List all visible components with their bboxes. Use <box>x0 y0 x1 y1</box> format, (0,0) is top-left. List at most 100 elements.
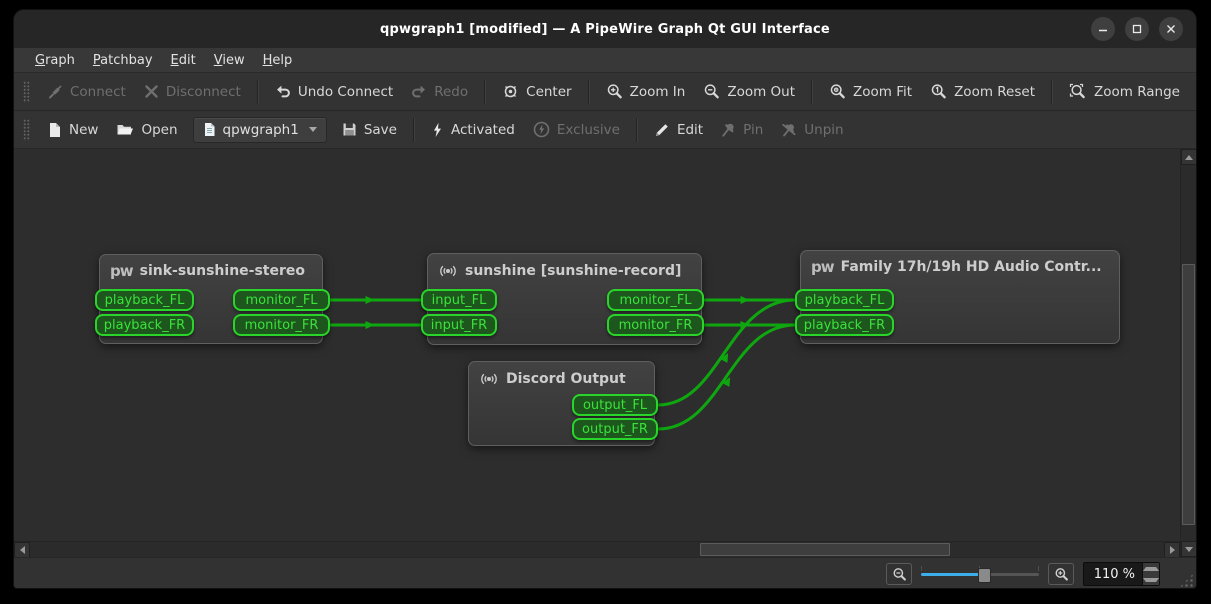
slider-tick <box>921 566 922 571</box>
toolbar-separator <box>257 80 259 104</box>
spin-up-button[interactable] <box>1143 563 1159 574</box>
pin-button[interactable]: Pin <box>712 117 772 143</box>
disconnect-button[interactable]: Disconnect <box>135 79 250 105</box>
port-sunshine-input_FL[interactable]: input_FL <box>421 289 497 311</box>
cable-arrow-icon <box>722 375 733 387</box>
activated-button[interactable]: Activated <box>422 117 524 143</box>
patchbay-file-icon <box>203 122 216 137</box>
close-button[interactable] <box>1159 17 1183 41</box>
toolbar-drag-handle[interactable] <box>23 119 30 141</box>
open-button[interactable]: Open <box>107 117 186 143</box>
toolbar-separator <box>484 80 486 104</box>
toolbar-separator <box>811 80 813 104</box>
port-sink-playback_FR[interactable]: playback_FR <box>95 314 194 336</box>
open-folder-icon <box>116 122 134 137</box>
port-sink-playback_FL[interactable]: playback_FL <box>95 289 194 311</box>
minimize-button[interactable] <box>1091 17 1115 41</box>
spin-down-button[interactable] <box>1143 574 1159 585</box>
save-button[interactable]: Save <box>333 117 406 143</box>
zoom-reset-button[interactable]: Zoom Reset <box>921 78 1044 105</box>
port-discord-output_FR[interactable]: output_FR <box>572 418 658 440</box>
port-family-playback_FL[interactable]: playback_FL <box>795 289 894 311</box>
horizontal-scrollbar[interactable] <box>14 541 1180 557</box>
exclusive-button[interactable]: Exclusive <box>524 116 629 143</box>
edit-button[interactable]: Edit <box>645 117 712 143</box>
scroll-down-button[interactable] <box>1181 541 1196 557</box>
center-button[interactable]: Center <box>493 78 580 105</box>
new-file-icon <box>47 122 62 138</box>
broadcast-icon <box>479 370 499 388</box>
scroll-up-button[interactable] <box>1181 149 1196 165</box>
maximize-button[interactable] <box>1125 17 1149 41</box>
vertical-scrollbar[interactable] <box>1180 149 1196 557</box>
node-title-bar: sunshine [sunshine-record] <box>428 254 701 286</box>
port-sunshine-input_FR[interactable]: input_FR <box>421 314 497 336</box>
connect-button[interactable]: Connect <box>38 79 135 105</box>
spinbox-arrows <box>1142 563 1159 585</box>
cable-layer <box>14 149 1180 541</box>
toolbar-separator <box>1051 80 1053 104</box>
menu-graph[interactable]: Graph <box>26 51 84 70</box>
menu-view[interactable]: View <box>205 51 254 70</box>
node-title: sink-sunshine-stereo <box>140 263 305 279</box>
zoom-slider[interactable] <box>921 565 1039 583</box>
save-icon <box>342 122 357 137</box>
statusbar-zoom-out-button[interactable] <box>886 563 912 585</box>
minimize-icon <box>1098 24 1108 34</box>
zoom-out-icon <box>703 83 720 100</box>
vertical-scroll-track[interactable] <box>1181 165 1196 541</box>
zoom-slider-fill <box>921 573 983 576</box>
zoom-fit-icon <box>829 83 846 100</box>
node-title: sunshine [sunshine-record] <box>465 263 681 279</box>
menu-edit[interactable]: Edit <box>162 51 205 70</box>
zoom-slider-handle[interactable] <box>978 568 991 583</box>
undo-icon <box>275 84 291 99</box>
titlebar[interactable]: qpwgraph1 [modified] — A PipeWire Graph … <box>14 10 1196 48</box>
triangle-right-icon <box>1170 546 1175 554</box>
graph-canvas[interactable]: pw sink-sunshine-stereo playback_FL play… <box>14 149 1180 541</box>
node-title-bar: pw Family 17h/19h HD Audio Contr... <box>801 251 1119 281</box>
zoom-out-icon <box>892 567 907 582</box>
exclusive-bolt-icon <box>533 121 550 138</box>
window-resize-grip[interactable] <box>1179 573 1194 588</box>
zoom-range-button[interactable]: Zoom Range <box>1060 78 1189 105</box>
unpin-button[interactable]: Unpin <box>772 117 852 143</box>
toolbar-drag-handle[interactable] <box>23 81 30 103</box>
triangle-up-icon <box>1143 567 1159 571</box>
maximize-icon <box>1132 24 1142 34</box>
zoom-out-button[interactable]: Zoom Out <box>694 78 804 105</box>
toolbar-separator <box>413 118 415 142</box>
scroll-right-button[interactable] <box>1164 542 1180 558</box>
new-button[interactable]: New <box>38 117 107 143</box>
graph-area: pw sink-sunshine-stereo playback_FL play… <box>14 149 1196 557</box>
port-sink-monitor_FR[interactable]: monitor_FR <box>233 314 330 336</box>
zoom-in-button[interactable]: Zoom In <box>597 78 695 105</box>
patchbay-selector[interactable]: qpwgraph1 <box>193 117 327 143</box>
port-family-playback_FR[interactable]: playback_FR <box>795 314 894 336</box>
vertical-scroll-thumb[interactable] <box>1182 264 1195 525</box>
close-icon <box>1166 24 1176 34</box>
statusbar-zoom-in-button[interactable] <box>1048 563 1074 585</box>
zoom-fit-button[interactable]: Zoom Fit <box>820 78 921 105</box>
scroll-left-button[interactable] <box>14 542 30 558</box>
triangle-down-icon <box>1185 547 1193 552</box>
zoom-in-icon <box>1054 567 1069 582</box>
triangle-up-icon <box>1185 155 1193 160</box>
undo-connect-button[interactable]: Undo Connect <box>266 79 402 105</box>
zoom-percent-spinbox[interactable]: 110 % <box>1083 562 1160 586</box>
cable-arrow-icon <box>741 296 750 304</box>
patchbay-selector-value: qpwgraph1 <box>223 122 299 138</box>
port-sunshine-monitor_FL[interactable]: monitor_FL <box>607 289 704 311</box>
app-window: qpwgraph1 [modified] — A PipeWire Graph … <box>14 10 1196 588</box>
menu-patchbay[interactable]: Patchbay <box>84 51 162 70</box>
zoom-range-icon <box>1069 83 1087 100</box>
unpin-icon <box>781 122 797 138</box>
menu-help[interactable]: Help <box>254 51 302 70</box>
cable-arrow-icon <box>366 321 375 329</box>
horizontal-scroll-track[interactable] <box>30 542 1164 557</box>
port-discord-output_FL[interactable]: output_FL <box>572 394 658 416</box>
redo-button[interactable]: Redo <box>402 79 477 105</box>
port-sunshine-monitor_FR[interactable]: monitor_FR <box>607 314 704 336</box>
horizontal-scroll-thumb[interactable] <box>700 543 950 556</box>
port-sink-monitor_FL[interactable]: monitor_FL <box>233 289 330 311</box>
